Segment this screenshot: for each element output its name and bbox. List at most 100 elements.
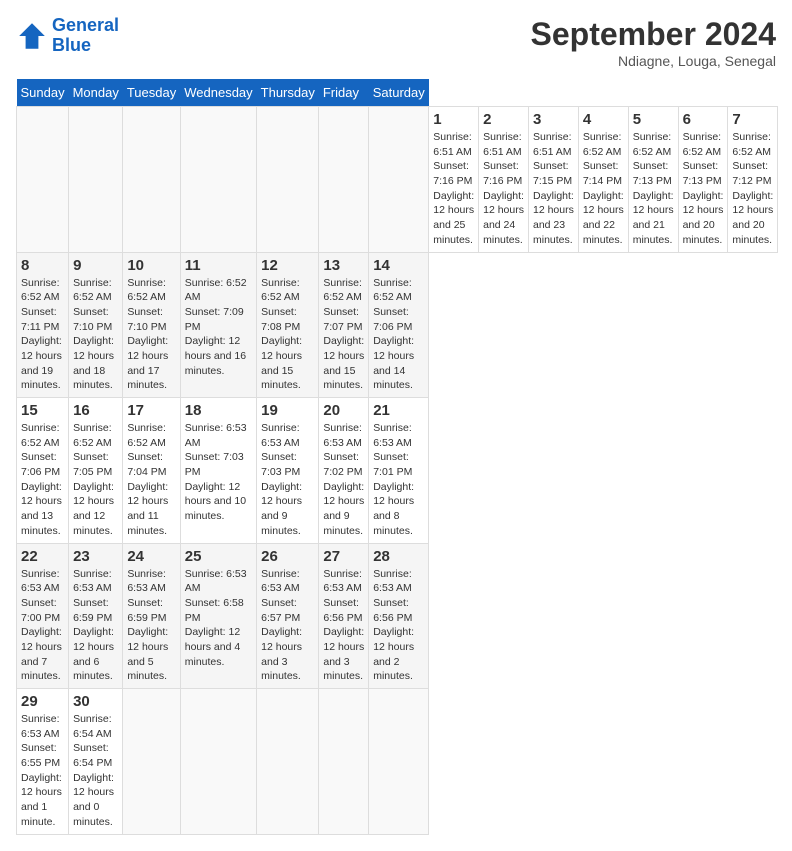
logo-line1: General	[52, 15, 119, 35]
empty-cell	[369, 107, 429, 253]
logo: General Blue	[16, 16, 119, 56]
col-header-tuesday: Tuesday	[123, 79, 180, 107]
week-row-5: 29Sunrise: 6:53 AMSunset: 6:55 PMDayligh…	[17, 689, 778, 835]
day-number: 28	[373, 548, 424, 565]
page-header: General Blue September 2024 Ndiagne, Lou…	[16, 16, 776, 69]
title-block: September 2024 Ndiagne, Louga, Senegal	[531, 16, 776, 69]
day-cell-14: 14 Sunrise: 6:52 AMSunset: 7:06 PMDayligh…	[369, 252, 429, 398]
day-cell-7: 7 Sunrise: 6:52 AMSunset: 7:12 PMDaylight…	[728, 107, 778, 253]
day-cell-21: 21 Sunrise: 6:53 AMSunset: 7:01 PMDayligh…	[369, 398, 429, 544]
day-info: Sunrise: 6:53 AMSunset: 7:01 PMDaylight:…	[373, 421, 424, 539]
empty-cell	[17, 107, 69, 253]
day-cell-8: 8Sunrise: 6:52 AMSunset: 7:11 PMDaylight…	[17, 252, 69, 398]
day-number: 18	[185, 402, 252, 419]
logo-text: General Blue	[52, 16, 119, 56]
day-info: Sunrise: 6:52 AMSunset: 7:08 PMDaylight:…	[261, 276, 314, 394]
day-cell-23: 23 Sunrise: 6:53 AMSunset: 6:59 PMDayligh…	[69, 543, 123, 689]
day-number: 2	[483, 111, 524, 128]
empty-cell	[123, 689, 180, 835]
day-number: 5	[633, 111, 674, 128]
day-info: Sunrise: 6:52 AMSunset: 7:09 PMDaylight:…	[185, 276, 252, 379]
day-cell-17: 17 Sunrise: 6:52 AMSunset: 7:04 PMDayligh…	[123, 398, 180, 544]
day-info: Sunrise: 6:52 AMSunset: 7:05 PMDaylight:…	[73, 421, 118, 539]
day-number: 21	[373, 402, 424, 419]
day-info: Sunrise: 6:52 AMSunset: 7:06 PMDaylight:…	[21, 421, 64, 539]
day-cell-4: 4 Sunrise: 6:52 AMSunset: 7:14 PMDaylight…	[578, 107, 628, 253]
day-info: Sunrise: 6:52 AMSunset: 7:14 PMDaylight:…	[583, 130, 624, 248]
day-cell-12: 12 Sunrise: 6:52 AMSunset: 7:08 PMDayligh…	[257, 252, 319, 398]
empty-cell	[257, 107, 319, 253]
week-row-2: 8Sunrise: 6:52 AMSunset: 7:11 PMDaylight…	[17, 252, 778, 398]
day-cell-30: 30 Sunrise: 6:54 AMSunset: 6:54 PMDayligh…	[69, 689, 123, 835]
day-cell-25: 25Sunrise: 6:53 AMSunset: 6:58 PMDayligh…	[180, 543, 256, 689]
col-header-friday: Friday	[319, 79, 369, 107]
empty-cell	[369, 689, 429, 835]
day-number: 23	[73, 548, 118, 565]
day-info: Sunrise: 6:53 AMSunset: 6:57 PMDaylight:…	[261, 567, 314, 685]
day-cell-6: 6 Sunrise: 6:52 AMSunset: 7:13 PMDaylight…	[678, 107, 728, 253]
month-title: September 2024	[531, 16, 776, 53]
day-info: Sunrise: 6:52 AMSunset: 7:07 PMDaylight:…	[323, 276, 364, 394]
header-row: SundayMondayTuesdayWednesdayThursdayFrid…	[17, 79, 778, 107]
day-number: 22	[21, 548, 64, 565]
day-number: 25	[185, 548, 252, 565]
day-cell-22: 22 Sunrise: 6:53 AMSunset: 7:00 PMDayligh…	[17, 543, 69, 689]
day-cell-10: 10Sunrise: 6:52 AMSunset: 7:10 PMDayligh…	[123, 252, 180, 398]
day-cell-26: 26Sunrise: 6:53 AMSunset: 6:57 PMDayligh…	[257, 543, 319, 689]
day-info: Sunrise: 6:53 AMSunset: 6:59 PMDaylight:…	[73, 567, 118, 685]
day-cell-2: 2Sunrise: 6:51 AMSunset: 7:16 PMDaylight…	[479, 107, 529, 253]
day-info: Sunrise: 6:52 AMSunset: 7:06 PMDaylight:…	[373, 276, 424, 394]
day-number: 27	[323, 548, 364, 565]
day-info: Sunrise: 6:52 AMSunset: 7:04 PMDaylight:…	[127, 421, 175, 539]
day-number: 30	[73, 693, 118, 710]
day-number: 24	[127, 548, 175, 565]
day-number: 4	[583, 111, 624, 128]
empty-cell	[257, 689, 319, 835]
day-info: Sunrise: 6:53 AMSunset: 6:55 PMDaylight:…	[21, 712, 64, 830]
day-info: Sunrise: 6:52 AMSunset: 7:12 PMDaylight:…	[732, 130, 773, 248]
day-cell-20: 20 Sunrise: 6:53 AMSunset: 7:02 PMDayligh…	[319, 398, 369, 544]
empty-cell	[69, 107, 123, 253]
day-number: 3	[533, 111, 574, 128]
day-cell-29: 29Sunrise: 6:53 AMSunset: 6:55 PMDayligh…	[17, 689, 69, 835]
day-cell-11: 11 Sunrise: 6:52 AMSunset: 7:09 PMDayligh…	[180, 252, 256, 398]
day-number: 7	[732, 111, 773, 128]
day-number: 6	[683, 111, 724, 128]
day-cell-3: 3Sunrise: 6:51 AMSunset: 7:15 PMDaylight…	[528, 107, 578, 253]
col-header-wednesday: Wednesday	[180, 79, 256, 107]
day-info: Sunrise: 6:54 AMSunset: 6:54 PMDaylight:…	[73, 712, 118, 830]
day-cell-13: 13 Sunrise: 6:52 AMSunset: 7:07 PMDayligh…	[319, 252, 369, 398]
logo-line2: Blue	[52, 35, 91, 55]
day-number: 11	[185, 257, 252, 274]
day-cell-1: 1 Sunrise: 6:51 AMSunset: 7:16 PMDaylight…	[429, 107, 479, 253]
day-number: 20	[323, 402, 364, 419]
empty-cell	[123, 107, 180, 253]
day-info: Sunrise: 6:53 AMSunset: 7:03 PMDaylight:…	[261, 421, 314, 539]
col-header-saturday: Saturday	[369, 79, 429, 107]
day-info: Sunrise: 6:53 AMSunset: 7:02 PMDaylight:…	[323, 421, 364, 539]
empty-cell	[319, 689, 369, 835]
day-number: 1	[433, 111, 474, 128]
day-info: Sunrise: 6:53 AMSunset: 7:00 PMDaylight:…	[21, 567, 64, 685]
day-info: Sunrise: 6:53 AMSunset: 7:03 PMDaylight:…	[185, 421, 252, 524]
calendar-table: SundayMondayTuesdayWednesdayThursdayFrid…	[16, 79, 778, 835]
day-info: Sunrise: 6:52 AMSunset: 7:13 PMDaylight:…	[633, 130, 674, 248]
week-row-4: 22 Sunrise: 6:53 AMSunset: 7:00 PMDayligh…	[17, 543, 778, 689]
day-number: 13	[323, 257, 364, 274]
empty-cell	[180, 107, 256, 253]
empty-cell	[180, 689, 256, 835]
day-info: Sunrise: 6:51 AMSunset: 7:16 PMDaylight:…	[433, 130, 474, 248]
day-number: 15	[21, 402, 64, 419]
day-info: Sunrise: 6:52 AMSunset: 7:13 PMDaylight:…	[683, 130, 724, 248]
location: Ndiagne, Louga, Senegal	[531, 53, 776, 69]
day-number: 14	[373, 257, 424, 274]
col-header-sunday: Sunday	[17, 79, 69, 107]
day-cell-9: 9Sunrise: 6:52 AMSunset: 7:10 PMDaylight…	[69, 252, 123, 398]
day-cell-18: 18 Sunrise: 6:53 AMSunset: 7:03 PMDayligh…	[180, 398, 256, 544]
day-info: Sunrise: 6:53 AMSunset: 6:59 PMDaylight:…	[127, 567, 175, 685]
day-info: Sunrise: 6:52 AMSunset: 7:10 PMDaylight:…	[73, 276, 118, 394]
day-number: 19	[261, 402, 314, 419]
day-cell-5: 5 Sunrise: 6:52 AMSunset: 7:13 PMDaylight…	[628, 107, 678, 253]
day-number: 17	[127, 402, 175, 419]
day-number: 12	[261, 257, 314, 274]
